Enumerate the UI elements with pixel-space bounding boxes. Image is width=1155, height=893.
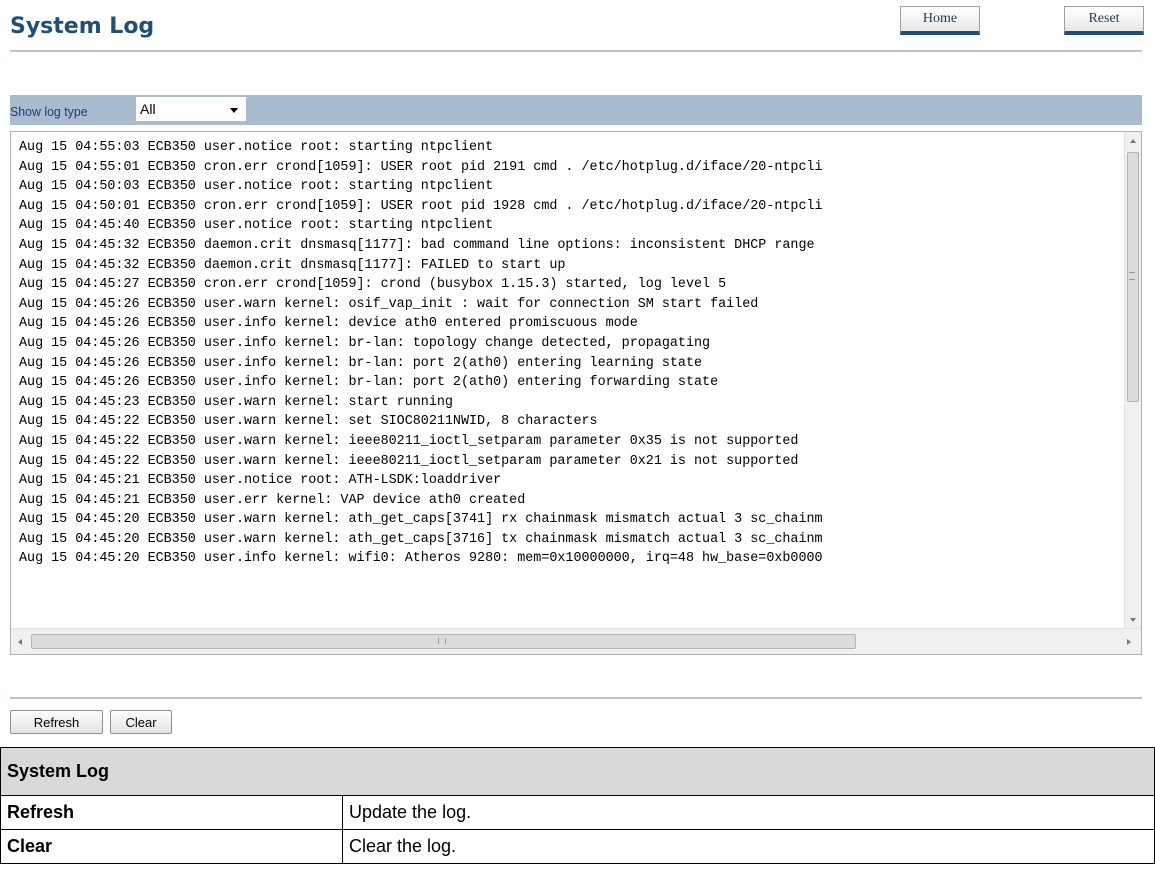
refresh-button[interactable]: Refresh	[10, 710, 103, 734]
arrow-down-icon[interactable]	[1130, 618, 1136, 622]
arrow-up-icon[interactable]	[1130, 139, 1136, 143]
log-line: Aug 15 04:45:27 ECB350 cron.err crond[10…	[19, 277, 727, 293]
log-line: Aug 15 04:45:23 ECB350 user.warn kernel:…	[19, 394, 453, 410]
log-line: Aug 15 04:45:20 ECB350 user.warn kernel:…	[19, 531, 823, 547]
log-line: Aug 15 04:45:22 ECB350 user.warn kernel:…	[19, 414, 598, 430]
log-content: Aug 15 04:55:03 ECB350 user.notice root:…	[11, 138, 1124, 628]
title-divider	[10, 50, 1142, 52]
log-type-select[interactable]: All	[135, 96, 247, 122]
home-button[interactable]: Home	[900, 6, 980, 35]
log-line: Aug 15 04:45:22 ECB350 user.warn kernel:…	[19, 433, 799, 449]
description-table: System Log Refresh Update the log. Clear…	[0, 747, 1155, 864]
log-line: Aug 15 04:45:26 ECB350 user.info kernel:…	[19, 335, 711, 351]
arrow-left-icon[interactable]	[18, 639, 22, 645]
table-cell-value: Update the log.	[342, 795, 1155, 830]
log-line: Aug 15 04:55:03 ECB350 user.notice root:…	[19, 140, 494, 155]
clear-button[interactable]: Clear	[110, 710, 172, 734]
table-row: Refresh Update the log.	[0, 795, 1155, 830]
table-cell-value: Clear the log.	[342, 829, 1155, 864]
table-cell-key: Refresh	[0, 795, 343, 830]
table-row: Clear Clear the log.	[0, 829, 1155, 864]
log-line: Aug 15 04:45:20 ECB350 user.warn kernel:…	[19, 512, 823, 528]
log-type-label: Show log type	[10, 104, 88, 119]
log-line: Aug 15 04:55:01 ECB350 cron.err crond[10…	[19, 159, 823, 175]
log-line: Aug 15 04:50:01 ECB350 cron.err crond[10…	[19, 198, 823, 214]
log-line: Aug 15 04:45:26 ECB350 user.info kernel:…	[19, 375, 719, 391]
log-textarea[interactable]: Aug 15 04:55:03 ECB350 user.notice root:…	[10, 131, 1142, 655]
log-line: Aug 15 04:45:22 ECB350 user.warn kernel:…	[19, 453, 799, 469]
log-line: Aug 15 04:45:26 ECB350 user.info kernel:…	[19, 355, 703, 371]
arrow-right-icon[interactable]	[1127, 639, 1131, 645]
grip-icon	[438, 638, 446, 644]
vertical-scrollbar[interactable]	[1124, 132, 1141, 629]
log-line: Aug 15 04:45:32 ECB350 daemon.crit dnsma…	[19, 237, 815, 253]
log-type-selected: All	[140, 101, 156, 117]
chevron-down-icon	[230, 108, 238, 113]
page-title: System Log	[10, 14, 155, 39]
log-line: Aug 15 04:45:26 ECB350 user.warn kernel:…	[19, 296, 759, 312]
log-line: Aug 15 04:50:03 ECB350 user.notice root:…	[19, 179, 494, 195]
grip-icon	[1129, 272, 1135, 280]
table-title: System Log	[0, 747, 1155, 796]
log-line: Aug 15 04:45:21 ECB350 user.notice root:…	[19, 473, 502, 489]
log-line: Aug 15 04:45:32 ECB350 daemon.crit dnsma…	[19, 257, 566, 273]
log-line: Aug 15 04:45:21 ECB350 user.err kernel: …	[19, 492, 526, 508]
reset-button[interactable]: Reset	[1064, 6, 1144, 35]
log-line: Aug 15 04:45:40 ECB350 user.notice root:…	[19, 218, 494, 234]
table-cell-key: Clear	[0, 829, 343, 864]
log-line: Aug 15 04:45:26 ECB350 user.info kernel:…	[19, 316, 638, 332]
horizontal-scrollbar[interactable]	[11, 628, 1141, 654]
log-line: Aug 15 04:45:20 ECB350 user.info kernel:…	[19, 551, 823, 567]
bottom-divider	[10, 697, 1142, 699]
